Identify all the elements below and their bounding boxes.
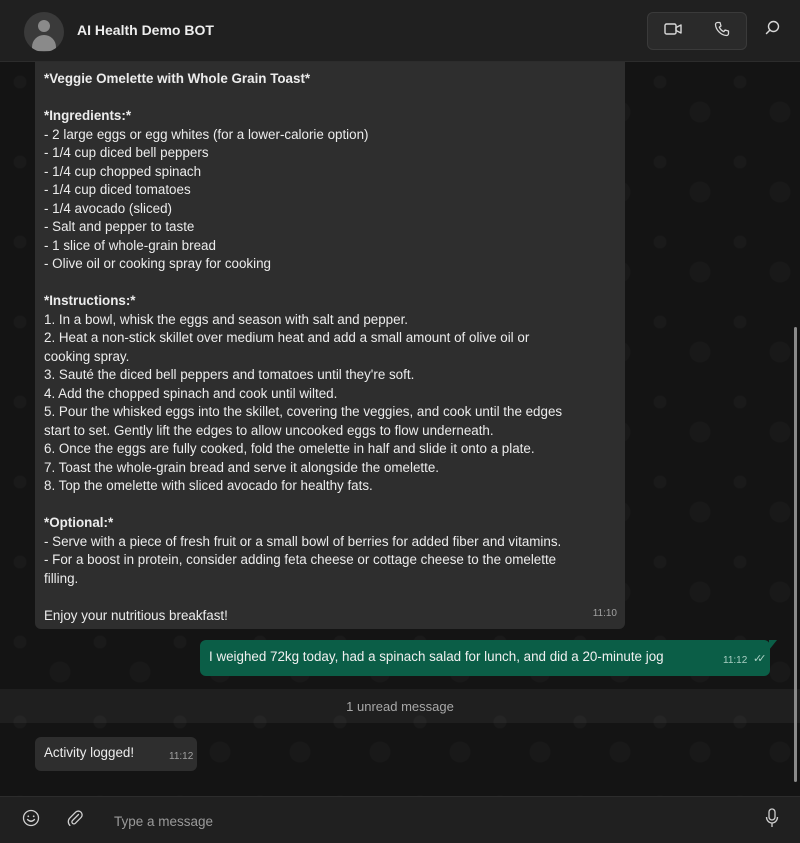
search-button[interactable] — [760, 18, 784, 42]
message-heading-line: *Instructions:* — [44, 293, 136, 308]
voice-call-button[interactable] — [697, 13, 746, 49]
incoming-message-reply[interactable]: Activity logged! 11:12 — [35, 737, 197, 771]
message-line: 7. Toast the whole-grain bread and serve… — [44, 459, 440, 475]
incoming-message-recipe[interactable]: *Veggie Omelette with Whole Grain Toast*… — [35, 62, 625, 629]
message-line: - 1/4 cup chopped spinach — [44, 163, 202, 179]
message-line: filling. — [44, 570, 79, 586]
message-line: - 1/4 cup diced tomatoes — [44, 182, 191, 197]
chat-scrollbar[interactable] — [794, 327, 797, 782]
message-line: 4. Add the chopped spinach and cook unti… — [44, 385, 338, 401]
message-line: - 1 slice of whole-grain bread — [44, 237, 216, 253]
message-input[interactable] — [114, 811, 734, 831]
read-receipt-icon: ✓✓ — [753, 653, 767, 665]
message-line — [44, 274, 616, 293]
unread-divider: 1 unread message — [0, 689, 800, 723]
message-text: Activity logged! — [44, 745, 135, 760]
call-button-group — [647, 12, 747, 50]
avatar[interactable] — [24, 12, 64, 52]
message-text: I weighed 72kg today, had a spinach sala… — [209, 649, 664, 664]
message-line — [44, 89, 616, 108]
message-heading-line: *Optional:* — [44, 515, 114, 530]
chat-area[interactable]: *Veggie Omelette with Whole Grain Toast*… — [0, 62, 800, 796]
contact-title[interactable]: AI Health Demo BOT — [77, 22, 214, 38]
message-line: - For a boost in protein, consider addin… — [44, 552, 557, 567]
emoji-button[interactable] — [19, 808, 43, 832]
message-line: Enjoy your nutritious breakfast! — [44, 607, 228, 623]
message-line: 5. Pour the whisked eggs into the skille… — [44, 404, 563, 419]
message-line: 3. Sauté the diced bell peppers and toma… — [44, 367, 415, 382]
message-line: 6. Once the eggs are fully cooked, fold … — [44, 441, 535, 456]
message-line — [44, 588, 616, 607]
voice-call-icon — [714, 21, 730, 42]
message-line — [44, 496, 616, 515]
message-line: 2. Heat a non-stick skillet over medium … — [44, 330, 530, 345]
attach-button[interactable] — [63, 808, 87, 832]
message-line: - 2 large eggs or egg whites (for a lowe… — [44, 126, 369, 142]
message-line: - 1/4 cup diced bell peppers — [44, 145, 209, 160]
message-line: - 1/4 avocado (sliced) — [44, 200, 173, 216]
search-icon — [765, 20, 780, 40]
message-time: 11:12 — [723, 655, 748, 666]
message-heading-line: *Ingredients:* — [44, 108, 132, 123]
outgoing-message[interactable]: I weighed 72kg today, had a spinach sala… — [200, 640, 770, 676]
avatar-body-shape — [32, 35, 56, 51]
message-line: start to set. Gently lift the edges to a… — [44, 422, 494, 438]
message-line: - Salt and pepper to taste — [44, 219, 195, 234]
microphone-icon — [765, 807, 779, 833]
message-time: 11:12 — [169, 751, 194, 762]
avatar-head-shape — [38, 20, 50, 32]
message-line: 8. Top the omelette with sliced avocado … — [44, 478, 373, 493]
message-line: - Olive oil or cooking spray for cooking — [44, 256, 271, 271]
chat-header: AI Health Demo BOT — [0, 0, 800, 62]
message-line: cooking spray. — [44, 348, 130, 364]
outgoing-bubble-tail — [769, 640, 777, 650]
video-call-icon — [663, 22, 682, 41]
message-line: 1. In a bowl, whisk the eggs and season … — [44, 311, 409, 327]
voice-message-button[interactable] — [760, 807, 784, 833]
message-heading-line: *Veggie Omelette with Whole Grain Toast* — [44, 71, 311, 86]
video-call-button[interactable] — [648, 13, 697, 49]
message-line: - Serve with a piece of fresh fruit or a… — [44, 533, 562, 549]
message-time: 11:10 — [592, 607, 617, 619]
message-composer — [0, 796, 800, 843]
attach-icon — [67, 809, 83, 832]
emoji-icon — [22, 809, 40, 832]
unread-label: 1 unread message — [346, 698, 454, 714]
message-text: *Veggie Omelette with Whole Grain Toast*… — [44, 70, 616, 625]
